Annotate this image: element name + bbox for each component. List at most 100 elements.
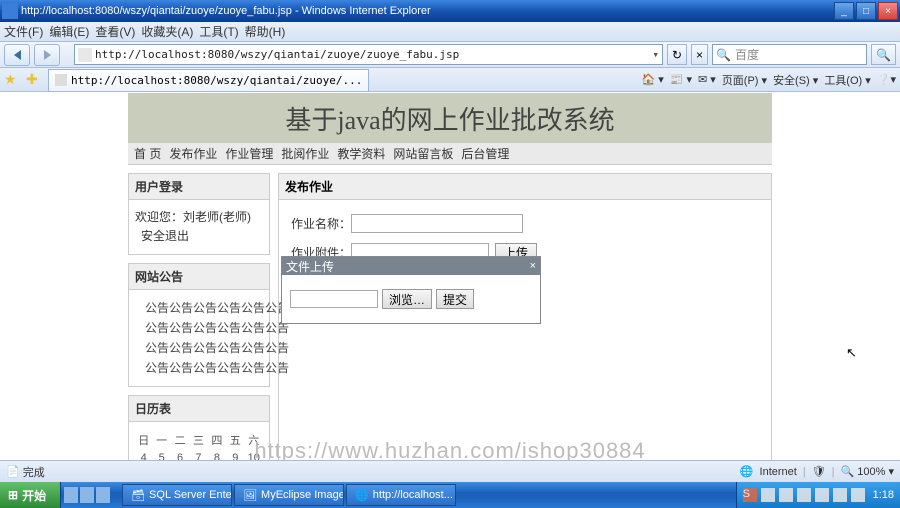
status-done: 📄 完成 bbox=[6, 464, 45, 480]
done-icon: 📄 bbox=[6, 465, 20, 478]
refresh-button[interactable]: ↻ bbox=[667, 44, 687, 65]
tray-icon[interactable] bbox=[851, 488, 865, 502]
dialog-close-icon[interactable]: × bbox=[530, 260, 536, 272]
tab-title: http://localhost:8080/wszy/qiantai/zuoye… bbox=[71, 74, 362, 87]
search-icon: 🔍 bbox=[716, 48, 731, 62]
mail-button[interactable]: ✉ ▾ bbox=[698, 72, 716, 88]
nav-home[interactable]: 首 页 bbox=[134, 145, 161, 162]
forward-button[interactable] bbox=[34, 44, 60, 66]
menu-bar: 文件(F) 编辑(E) 查看(V) 收藏夹(A) 工具(T) 帮助(H) bbox=[0, 22, 900, 42]
tray-icon[interactable] bbox=[761, 488, 775, 502]
title-bar: http://localhost:8080/wszy/qiantai/zuoye… bbox=[0, 0, 900, 22]
ie-icon: 🌐 bbox=[355, 489, 369, 502]
browse-button[interactable]: 浏览… bbox=[382, 289, 432, 309]
nav-review[interactable]: 批阅作业 bbox=[281, 145, 329, 162]
tools-menu[interactable]: 工具(O) ▾ bbox=[824, 72, 870, 88]
help-button[interactable]: ❔▾ bbox=[877, 72, 896, 88]
maximize-button[interactable]: □ bbox=[856, 2, 876, 20]
zone-icon: 🌐 bbox=[740, 465, 754, 478]
site-nav: 首 页 发布作业 作业管理 批阅作业 教学资料 网站留言板 后台管理 bbox=[128, 143, 772, 165]
name-label: 作业名称： bbox=[291, 215, 351, 232]
app-icon: 🖼 bbox=[243, 489, 257, 502]
file-path-input[interactable] bbox=[290, 290, 378, 308]
nav-guestbook[interactable]: 网站留言板 bbox=[393, 145, 453, 162]
cal-dow: 五 bbox=[226, 430, 244, 450]
stop-button[interactable]: × bbox=[691, 44, 708, 65]
page-icon bbox=[78, 48, 92, 62]
page-menu[interactable]: 页面(P) ▾ bbox=[722, 72, 767, 88]
nav-toolbar: http://localhost:8080/wszy/qiantai/zuoye… bbox=[0, 42, 900, 68]
quicklaunch-icon[interactable] bbox=[80, 487, 94, 503]
login-panel: 用户登录 欢迎您：刘老师(老师) 安全退出 bbox=[128, 173, 270, 255]
publish-form-title: 发布作业 bbox=[279, 174, 771, 200]
quicklaunch-icon[interactable] bbox=[64, 487, 78, 503]
browser-tab[interactable]: http://localhost:8080/wszy/qiantai/zuoye… bbox=[48, 69, 369, 91]
arrow-right-icon bbox=[44, 50, 51, 60]
back-button[interactable] bbox=[4, 44, 30, 66]
page-root: 基于java的网上作业批改系统 首 页 发布作业 作业管理 批阅作业 教学资料 … bbox=[128, 93, 772, 486]
file-upload-dialog: 文件上传 × 浏览… 提交 bbox=[281, 256, 541, 324]
close-button[interactable]: × bbox=[878, 2, 898, 20]
cal-dow: 日 bbox=[135, 430, 152, 450]
login-panel-title: 用户登录 bbox=[129, 174, 269, 200]
search-go-button[interactable]: 🔍 bbox=[871, 44, 896, 65]
browser-viewport: 基于java的网上作业批改系统 首 页 发布作业 作业管理 批阅作业 教学资料 … bbox=[0, 92, 900, 486]
nav-publish[interactable]: 发布作业 bbox=[169, 145, 217, 162]
search-box[interactable]: 🔍 百度 bbox=[712, 44, 867, 65]
system-tray: S 1:18 bbox=[736, 482, 900, 508]
nav-manage[interactable]: 作业管理 bbox=[225, 145, 273, 162]
announce-item[interactable]: 公告公告公告公告公告公告 bbox=[145, 338, 263, 358]
arrow-left-icon bbox=[14, 50, 21, 60]
calendar-panel-title: 日历表 bbox=[129, 396, 269, 422]
logout-link[interactable]: 安全退出 bbox=[141, 229, 189, 243]
cal-dow: 二 bbox=[171, 430, 189, 450]
app-icon: 🗃 bbox=[131, 489, 145, 502]
task-button[interactable]: 🌐http://localhost... bbox=[346, 484, 456, 506]
safety-menu[interactable]: 安全(S) ▾ bbox=[773, 72, 818, 88]
announce-item[interactable]: 公告公告公告公告公告公告 bbox=[145, 318, 263, 338]
dialog-title: 文件上传 bbox=[286, 258, 334, 275]
address-bar[interactable]: http://localhost:8080/wszy/qiantai/zuoye… bbox=[74, 44, 663, 65]
tray-icon[interactable] bbox=[779, 488, 793, 502]
favorites-star-icon[interactable]: ★ bbox=[4, 71, 22, 89]
menu-help[interactable]: 帮助(H) bbox=[245, 23, 286, 40]
menu-tools[interactable]: 工具(T) bbox=[199, 23, 238, 40]
tray-icon[interactable] bbox=[797, 488, 811, 502]
publish-form-panel: 发布作业 作业名称： 作业附件： 上传 文 bbox=[278, 173, 772, 481]
task-button[interactable]: 🗃SQL Server Enter... bbox=[122, 484, 232, 506]
cursor-icon: ↖ bbox=[846, 345, 857, 361]
stop-icon: × bbox=[696, 48, 703, 62]
address-text: http://localhost:8080/wszy/qiantai/zuoye… bbox=[95, 48, 459, 61]
zoom-level[interactable]: 🔍 100% ▾ bbox=[841, 465, 894, 478]
tab-page-icon bbox=[55, 74, 67, 86]
site-banner: 基于java的网上作业批改系统 bbox=[128, 93, 772, 143]
menu-edit[interactable]: 编辑(E) bbox=[49, 23, 89, 40]
cal-dow: 四 bbox=[208, 430, 226, 450]
feed-button[interactable]: 📰 ▾ bbox=[670, 72, 692, 88]
menu-favorites[interactable]: 收藏夹(A) bbox=[141, 23, 193, 40]
cal-dow: 三 bbox=[189, 430, 207, 450]
announce-item[interactable]: 公告公告公告公告公告公告 bbox=[145, 298, 263, 318]
quicklaunch-icon[interactable] bbox=[96, 487, 110, 503]
tab-bar: ★ ✚ http://localhost:8080/wszy/qiantai/z… bbox=[0, 68, 900, 92]
nav-material[interactable]: 教学资料 bbox=[337, 145, 385, 162]
welcome-text: 欢迎您：刘老师(老师) bbox=[135, 210, 251, 224]
announce-item[interactable]: 公告公告公告公告公告公告 bbox=[145, 358, 263, 378]
status-bar: 📄 完成 🌐 Internet | 🛡 | 🔍 100% ▾ bbox=[0, 460, 900, 482]
name-input[interactable] bbox=[351, 214, 523, 233]
task-button[interactable]: 🖼MyEclipse Image ... bbox=[234, 484, 344, 506]
address-dropdown-icon[interactable]: ▾ bbox=[652, 48, 659, 61]
favorites-add-icon[interactable]: ✚ bbox=[26, 71, 44, 89]
start-button[interactable]: ⊞ 开始 bbox=[0, 482, 61, 508]
menu-view[interactable]: 查看(V) bbox=[95, 23, 135, 40]
cal-dow: 六 bbox=[245, 430, 264, 450]
home-button[interactable]: 🏠 ▾ bbox=[641, 72, 663, 88]
site-title: 基于java的网上作业批改系统 bbox=[285, 100, 614, 137]
tray-icon[interactable] bbox=[815, 488, 829, 502]
nav-admin[interactable]: 后台管理 bbox=[461, 145, 509, 162]
tray-icon[interactable]: S bbox=[743, 488, 757, 502]
minimize-button[interactable]: _ bbox=[834, 2, 854, 20]
tray-icon[interactable] bbox=[833, 488, 847, 502]
menu-file[interactable]: 文件(F) bbox=[4, 23, 43, 40]
submit-button[interactable]: 提交 bbox=[436, 289, 474, 309]
